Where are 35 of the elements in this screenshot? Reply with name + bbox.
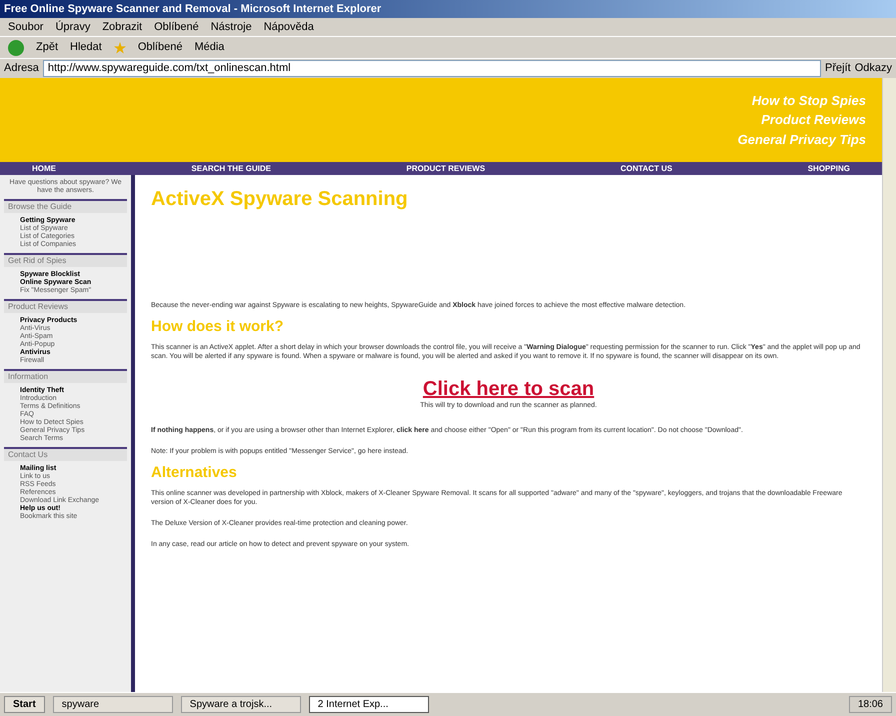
sidebar-heading: Browse the Guide [4, 199, 127, 213]
taskbar-button[interactable]: Spyware a trojsk... [180, 696, 301, 713]
favorites-button[interactable]: Oblíbené [138, 39, 182, 56]
clock: 18:06 [848, 696, 892, 713]
start-button[interactable]: Start [4, 696, 45, 713]
nav-link[interactable]: CONTACT US [620, 162, 672, 174]
go-button[interactable]: Přejít [825, 60, 851, 77]
sidebar-heading: Contact Us [4, 447, 127, 461]
star-icon[interactable] [114, 42, 126, 54]
window-title: Free Online Spyware Scanner and Removal - Microsoft Internet Explorer [4, 2, 382, 17]
nav-link[interactable]: HOME [32, 162, 56, 174]
menu-item[interactable]: Nápověda [264, 18, 314, 36]
sidebar-heading: Product Reviews [4, 299, 127, 313]
section-heading: How does it work? [151, 322, 285, 331]
nav-link[interactable]: SHOPPING [808, 162, 850, 174]
media-button[interactable]: Média [194, 39, 224, 56]
sidebar-heading: Information [4, 369, 127, 383]
scan-link[interactable]: Click here to scan [422, 377, 594, 401]
menu-item[interactable]: Oblíbené [154, 18, 199, 36]
nav-link[interactable]: PRODUCT REVIEWS [406, 162, 486, 174]
taskbar-button[interactable]: spyware [52, 696, 173, 713]
address-label: Adresa [4, 61, 39, 76]
menu-item[interactable]: Úpravy [55, 18, 90, 36]
section-heading: Alternatives [151, 468, 238, 477]
taskbar-button[interactable]: 2 Internet Exp... [308, 696, 429, 713]
menu-item[interactable]: Soubor [8, 18, 44, 36]
links-button[interactable]: Odkazy [854, 60, 892, 77]
sidebar-heading: Get Rid of Spies [4, 253, 127, 267]
address-field[interactable]: http://www.spywareguide.com/txt_onlinescan.html [42, 60, 822, 77]
back-button[interactable]: Zpět [36, 39, 58, 56]
page-heading: ActiveX Spyware Scanning [151, 187, 409, 211]
nav-link[interactable]: SEARCH THE GUIDE [191, 162, 271, 174]
menu-item[interactable]: Nástroje [210, 18, 252, 36]
menu-item[interactable]: Zobrazit [102, 18, 142, 36]
search-button[interactable]: Hledat [70, 39, 102, 56]
